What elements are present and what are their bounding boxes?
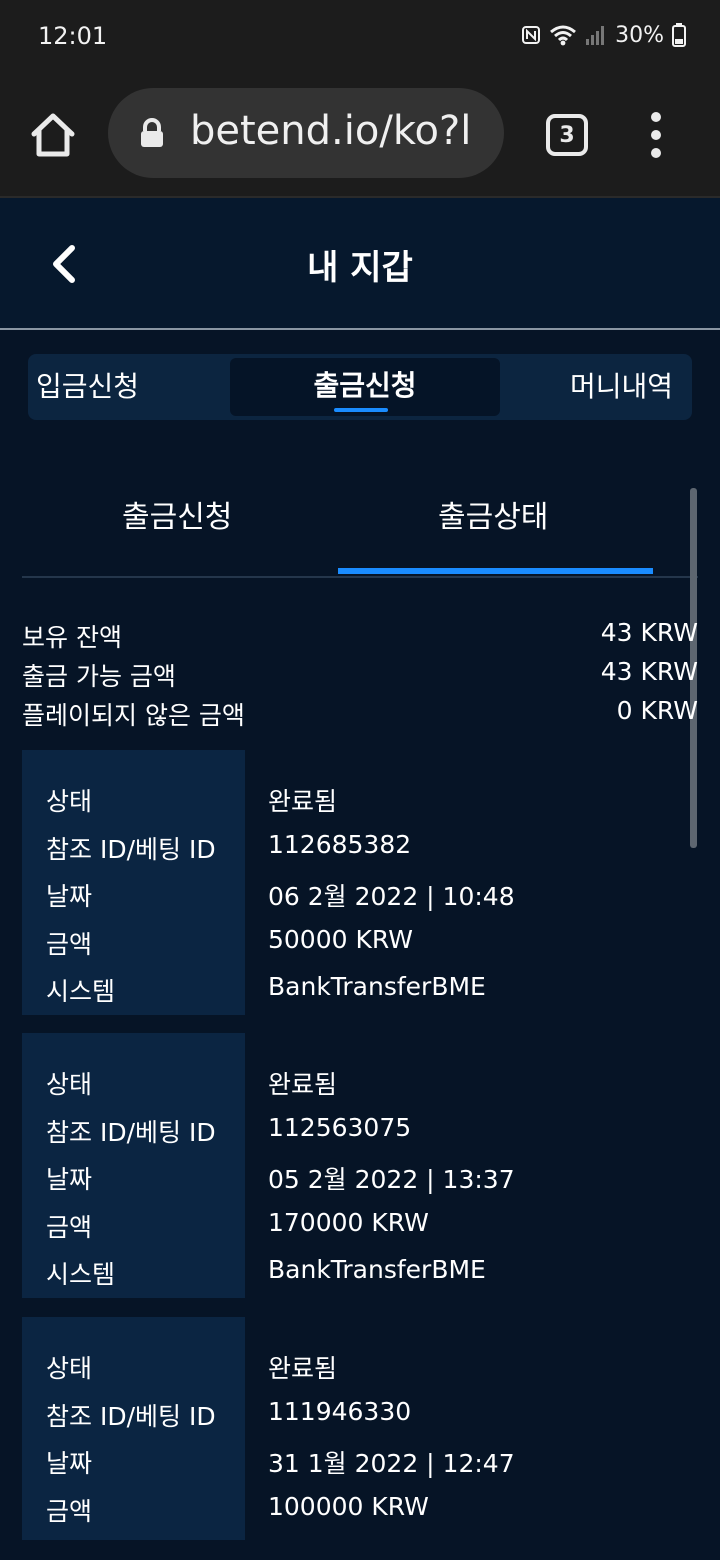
- battery-percent: 30%: [615, 22, 664, 48]
- subtab-withdraw-status[interactable]: 출금상태: [438, 492, 548, 536]
- transaction-system: BankTransferBME: [268, 1255, 486, 1284]
- wallet-segment-tabs: 입금신청 출금신청 머니내역: [28, 354, 692, 420]
- balance-row: 보유 잔액 43 KRW: [22, 614, 698, 653]
- balance-row: 플레이되지 않은 금액 0 KRW: [22, 692, 698, 731]
- transaction-labels: 상태 참조 ID/베팅 ID 날짜 금액 시스템: [22, 1033, 245, 1298]
- balance-value: 0 KRW: [616, 696, 698, 725]
- status-bar: 12:01 30%: [0, 0, 720, 72]
- status-time: 12:01: [38, 22, 108, 50]
- transaction-labels: 상태 참조 ID/베팅 ID 날짜 금액: [22, 1317, 245, 1540]
- transaction-card: 상태 참조 ID/베팅 ID 날짜 금액 완료됨 111946330 31 1월…: [22, 1317, 698, 1560]
- tab-switcher-button[interactable]: 3: [546, 114, 588, 156]
- page-header: 내 지갑: [0, 198, 720, 330]
- field-label: 시스템: [46, 977, 116, 1006]
- transaction-system: BankTransferBME: [268, 972, 486, 1001]
- balance-value: 43 KRW: [600, 618, 698, 647]
- transaction-values: 완료됨 111946330 31 1월 2022 | 12:47 100000 …: [268, 1317, 698, 1521]
- balance-label: 보유 잔액: [22, 623, 122, 652]
- balance-row: 출금 가능 금액 43 KRW: [22, 653, 698, 692]
- balance-value: 43 KRW: [600, 657, 698, 686]
- subtab-active-indicator: [338, 568, 653, 574]
- transaction-card: 상태 참조 ID/베팅 ID 날짜 금액 시스템 완료됨 112685382 0…: [22, 750, 698, 1015]
- tab-withdraw[interactable]: 출금신청: [230, 358, 500, 416]
- tab-money-history[interactable]: 머니내역: [570, 354, 673, 420]
- home-icon[interactable]: [28, 110, 78, 160]
- balance-label: 플레이되지 않은 금액: [22, 701, 245, 730]
- signal-icon: [586, 26, 605, 45]
- balance-label: 출금 가능 금액: [22, 662, 176, 691]
- active-tab-indicator: [334, 408, 388, 412]
- url-text: betend.io/ko?l: [190, 108, 472, 154]
- overflow-menu-icon[interactable]: [644, 112, 668, 158]
- transaction-labels: 상태 참조 ID/베팅 ID 날짜 금액 시스템: [22, 750, 245, 1015]
- browser-toolbar: betend.io/ko?l 3: [0, 72, 720, 198]
- address-bar[interactable]: betend.io/ko?l: [108, 88, 504, 178]
- transaction-amount: 100000 KRW: [268, 1491, 429, 1521]
- subtab-withdraw-request[interactable]: 출금신청: [122, 492, 232, 536]
- status-icons: 30%: [521, 20, 686, 50]
- battery-icon: [672, 23, 686, 47]
- field-label: 시스템: [46, 1260, 116, 1289]
- balance-summary: 보유 잔액 43 KRW 출금 가능 금액 43 KRW 플레이되지 않은 금액…: [22, 614, 698, 731]
- wifi-icon: [550, 25, 577, 46]
- page-title: 내 지갑: [307, 248, 413, 288]
- tab-withdraw-label: 출금신청: [313, 369, 417, 402]
- transaction-values: 완료됨 112685382 06 2월 2022 | 10:48 50000 K…: [268, 750, 698, 1001]
- lock-icon: [141, 118, 163, 147]
- field-label: 금액: [46, 1496, 93, 1526]
- transaction-card: 상태 참조 ID/베팅 ID 날짜 금액 시스템 완료됨 112563075 0…: [22, 1033, 698, 1298]
- withdraw-subtabs: 출금신청 출금상태: [22, 470, 698, 578]
- nfc-icon: [522, 26, 541, 44]
- transaction-values: 완료됨 112563075 05 2월 2022 | 13:37 170000 …: [268, 1033, 698, 1284]
- tab-deposit[interactable]: 입금신청: [36, 354, 139, 420]
